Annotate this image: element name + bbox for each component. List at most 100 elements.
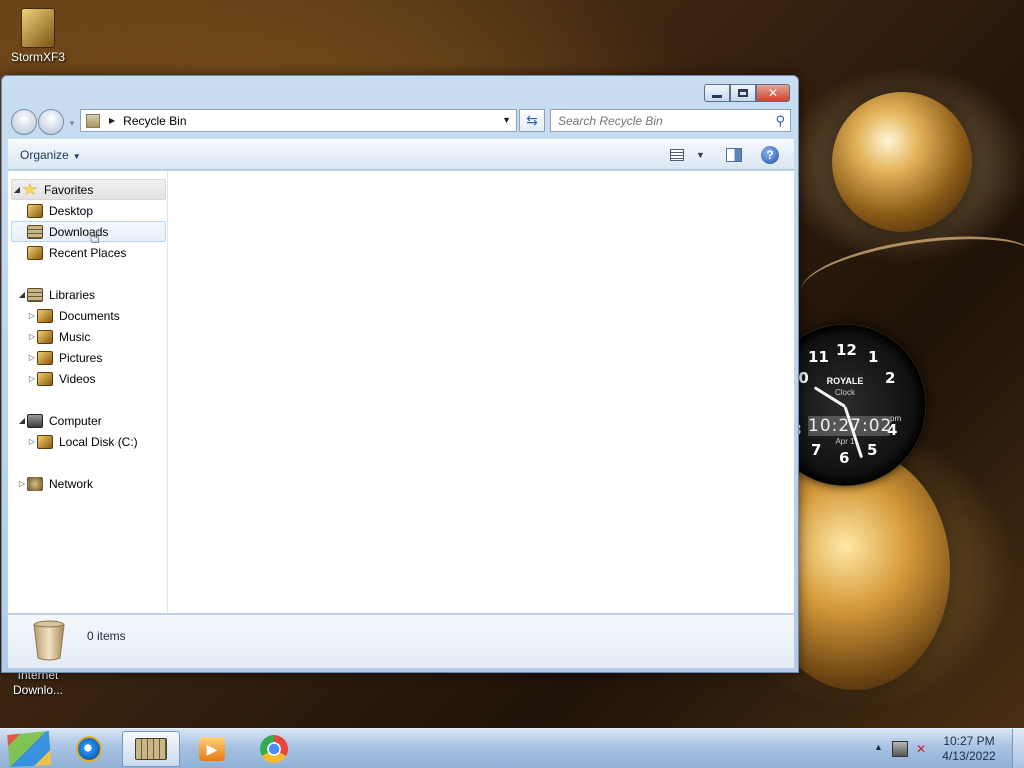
libraries-icon [27,287,43,302]
expand-arrow-icon[interactable]: ◢ [17,416,27,425]
search-input[interactable] [551,110,761,131]
organize-button[interactable]: Organize ▼ [20,148,81,162]
network-icon [27,476,43,491]
nav-libraries[interactable]: ◢ Libraries [17,284,95,305]
help-icon: ? [766,148,774,162]
clock-number: 12 [836,341,857,359]
nav-label: Downloads [49,224,109,239]
file-list-area[interactable] [169,171,794,613]
network-status-icon[interactable] [892,741,908,757]
close-icon: ✕ [767,86,779,100]
nav-label: Music [59,329,91,344]
nav-favorites[interactable]: ◢ Favorites [11,179,166,200]
nav-local-disk[interactable]: ▷ Local Disk (C:) [27,431,138,452]
taskbar: ▶ ▲ ✕ 10:27 PM 4/13/2022 [0,728,1024,768]
taskbar-windows-explorer[interactable] [122,731,180,767]
taskbar-time: 10:27 PM [943,734,995,748]
downloads-icon [27,224,43,239]
view-details-icon [670,149,684,161]
address-dropdown-icon[interactable]: ▼ [502,115,511,125]
collapse-arrow-icon[interactable]: ▷ [27,353,37,362]
search-icon[interactable]: ⚲ [775,113,785,129]
breadcrumb-arrow-icon[interactable]: ▶ [109,116,115,125]
address-bar[interactable]: ▶ Recycle Bin ▼ [80,109,517,132]
collapse-arrow-icon[interactable]: ▷ [27,437,37,446]
change-view-button[interactable]: ▼ [670,148,708,164]
clock-ampm: pm [890,414,902,423]
nav-label: Desktop [49,203,94,218]
window-caption-buttons: ✕ [704,84,790,102]
nav-network[interactable]: ▷ Network [17,473,93,494]
breadcrumb-recycle-bin[interactable]: Recycle Bin [123,114,186,128]
minimize-button[interactable] [704,84,730,102]
command-bar: Organize ▼ ▼ ? [8,139,794,170]
hand-cursor-icon: ☝ [89,227,100,246]
navigation-bar: ▼ ▶ Recycle Bin ▼ ⇆ ⚲ [2,106,798,136]
close-button[interactable]: ✕ [756,84,790,102]
videos-icon [37,371,53,386]
chevron-down-icon: ▼ [696,150,705,160]
nav-music[interactable]: ▷ Music [27,326,90,347]
nav-label: Network [49,476,94,491]
taskbar-media-player[interactable]: ▶ [183,731,241,767]
computer-icon [27,413,43,428]
nav-label: Videos [59,371,96,386]
nav-videos[interactable]: ▷ Videos [27,368,95,389]
pictures-icon [37,350,53,365]
nav-documents[interactable]: ▷ Documents [27,305,120,326]
nav-pictures[interactable]: ▷ Pictures [27,347,102,368]
volume-muted-icon[interactable]: ✕ [916,741,930,757]
documents-icon [37,308,53,323]
taskbar-clock[interactable]: 10:27 PM 4/13/2022 [936,734,1002,764]
search-box[interactable]: ⚲ [550,109,791,132]
recycle-bin-folder-icon [86,113,100,128]
nav-label: Computer [49,413,102,428]
desktop-wallpaper-swirl [796,223,1024,327]
collapse-arrow-icon[interactable]: ▷ [17,479,27,488]
expand-arrow-icon[interactable]: ◢ [17,290,27,299]
refresh-button[interactable]: ⇆ [519,109,545,132]
start-button[interactable] [7,731,52,767]
nav-label: Recent Places [49,245,127,260]
explorer-library-icon [135,738,167,760]
clock-number: 6 [839,449,850,467]
back-button[interactable] [11,109,37,135]
chrome-icon [260,735,288,763]
help-button[interactable]: ? [761,146,779,164]
window-body: ◢ Favorites Desktop Downloads Recent Pla… [8,171,794,613]
nav-recent-places[interactable]: Recent Places [27,242,126,263]
details-pane: 0 items [8,614,794,668]
system-tray: ▲ ✕ 10:27 PM 4/13/2022 [864,729,1024,768]
taskbar-internet-explorer[interactable] [60,731,118,767]
show-desktop-button[interactable] [1012,729,1024,768]
nav-label: Local Disk (C:) [59,434,138,449]
star-icon [22,182,38,196]
forward-button[interactable] [38,109,64,135]
navigation-pane[interactable]: ◢ Favorites Desktop Downloads Recent Pla… [8,171,168,613]
nav-computer[interactable]: ◢ Computer [17,410,102,431]
recent-places-icon [27,245,43,260]
recycle-bin-empty-icon [33,620,65,661]
show-hidden-icons-button[interactable]: ▲ [874,742,883,752]
expand-arrow-icon[interactable]: ◢ [12,185,22,194]
organize-label: Organize [20,148,69,162]
maximize-icon [738,89,748,97]
nav-desktop[interactable]: Desktop [27,200,93,221]
collapse-arrow-icon[interactable]: ▷ [27,311,37,320]
collapse-arrow-icon[interactable]: ▷ [27,374,37,383]
refresh-icon: ⇆ [526,112,538,128]
desktop-icon-stormxf3[interactable]: StormXF3 [3,8,73,64]
taskbar-chrome[interactable] [245,731,303,767]
recent-pages-chevron-icon[interactable]: ▼ [68,119,76,128]
desktop-wallpaper-orb [832,92,972,232]
maximize-button[interactable] [730,84,756,102]
collapse-arrow-icon[interactable]: ▷ [27,332,37,341]
chevron-down-icon: ▼ [72,152,81,161]
local-disk-icon [37,434,53,449]
item-count: 0 items [87,629,126,643]
nav-label: Documents [59,308,120,323]
media-player-icon: ▶ [199,737,225,761]
nav-label: Libraries [49,287,96,302]
explorer-window[interactable]: ✕ ▼ ▶ Recycle Bin ▼ ⇆ ⚲ Organize▼ ▼ ? [1,75,799,673]
preview-pane-button[interactable] [726,148,742,162]
